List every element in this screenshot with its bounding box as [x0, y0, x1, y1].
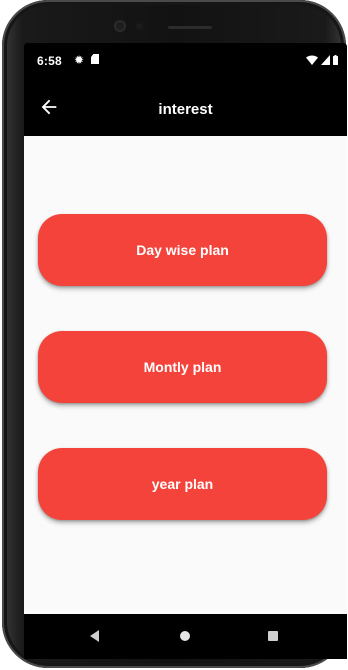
gear-icon: ✹ — [74, 53, 85, 67]
year-plan-button[interactable]: year plan — [38, 448, 327, 520]
wifi-icon — [306, 55, 318, 65]
phone-frame: 6:58 ✹ interest Day wise plan Montly pla… — [2, 0, 347, 668]
sd-card-icon — [91, 54, 99, 67]
page-title: interest — [158, 101, 213, 118]
battery-icon — [333, 55, 338, 65]
status-right-icons — [306, 55, 338, 65]
nav-recents-icon[interactable] — [268, 631, 278, 641]
status-bar: 6:58 ✹ — [24, 43, 347, 81]
day-wise-plan-button[interactable]: Day wise plan — [38, 214, 327, 286]
front-camera-icon — [114, 20, 126, 32]
app-bar: interest — [24, 81, 347, 136]
proximity-sensor-icon — [136, 23, 143, 30]
phone-screen: 6:58 ✹ interest Day wise plan Montly pla… — [24, 43, 347, 659]
phone-top-bezel — [92, 8, 262, 42]
monthly-plan-button[interactable]: Montly plan — [38, 331, 327, 403]
main-content: Day wise plan Montly plan year plan — [24, 136, 347, 614]
signal-icon — [321, 55, 330, 65]
status-time: 6:58 — [37, 54, 62, 68]
navigation-bar — [24, 614, 347, 659]
nav-home-icon[interactable] — [180, 631, 190, 641]
earpiece-speaker — [168, 26, 212, 29]
nav-back-icon[interactable] — [90, 630, 99, 642]
